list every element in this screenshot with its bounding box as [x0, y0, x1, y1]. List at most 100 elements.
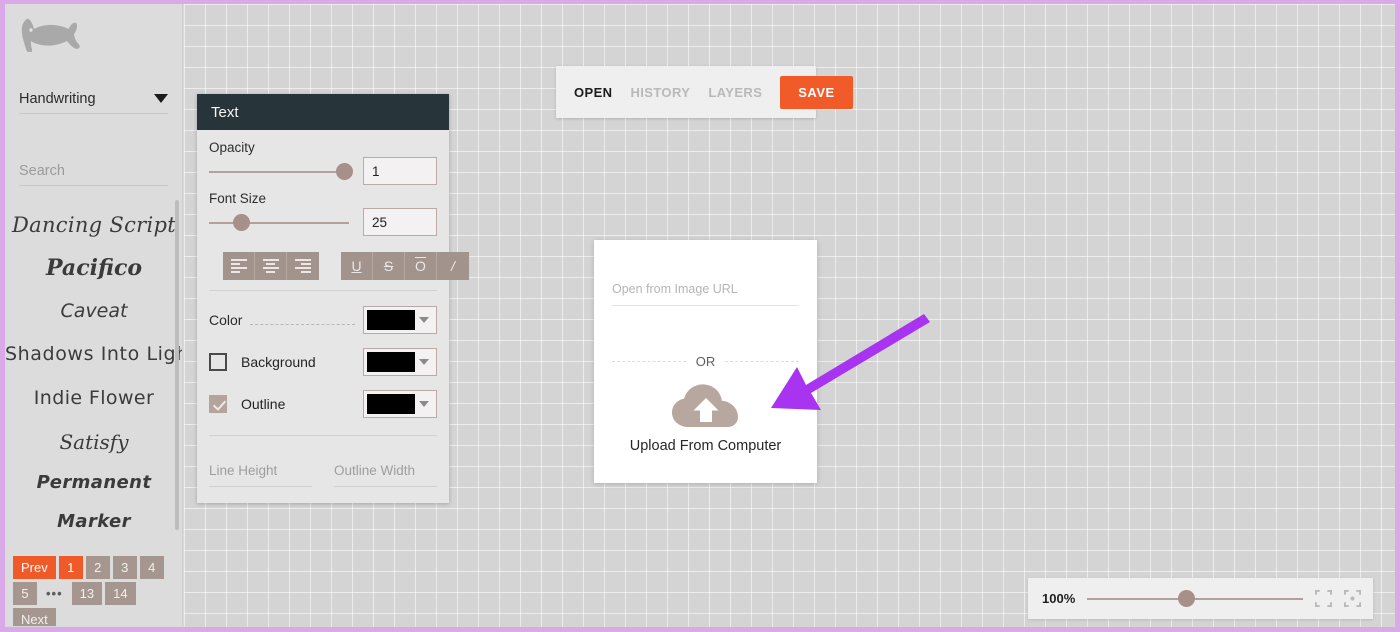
opacity-label: Opacity	[209, 140, 255, 155]
outline-checkbox[interactable]	[209, 395, 227, 413]
line-height-field[interactable]: Line Height	[209, 462, 312, 487]
opacity-value-field[interactable]: 1	[363, 157, 437, 185]
top-toolbar: OPEN HISTORY LAYERS SAVE	[556, 66, 853, 118]
align-right-button[interactable]	[287, 252, 319, 280]
app-root: Handwriting Dancing Script Pacifico Cave…	[0, 0, 1400, 632]
align-left-icon	[230, 259, 247, 273]
font-list-item[interactable]: Dancing Script	[5, 204, 182, 246]
image-url-field[interactable]	[612, 280, 799, 306]
fullscreen-expand-icon[interactable]	[1315, 590, 1332, 607]
pagination-prev-button[interactable]: Prev	[13, 556, 56, 579]
text-color-row: Color	[209, 305, 437, 335]
pagination: Prev 1 2 3 4 5 ••• 13 14 Next	[13, 556, 181, 626]
format-buttons-row: U S O /	[223, 252, 469, 280]
fit-to-center-icon[interactable]	[1344, 590, 1361, 607]
alignment-button-group	[223, 252, 319, 280]
text-color-picker[interactable]	[363, 306, 437, 334]
chevron-down-icon	[154, 94, 168, 103]
opacity-slider[interactable]	[209, 163, 354, 180]
upload-label: Upload From Computer	[629, 438, 782, 454]
bear-logo-icon	[21, 18, 80, 52]
pagination-page-14[interactable]: 14	[105, 582, 136, 605]
background-row: Background	[209, 347, 437, 377]
zoom-bar: 100%	[1028, 578, 1373, 619]
font-category-label: Handwriting	[19, 90, 96, 107]
dotted-leader	[250, 315, 355, 325]
cloud-upload-icon	[671, 384, 738, 427]
save-button[interactable]: SAVE	[780, 75, 853, 109]
background-color-picker[interactable]	[363, 348, 437, 376]
background-label: Background	[241, 354, 316, 370]
zoom-level-label: 100%	[1042, 591, 1076, 606]
font-size-slider-thumb[interactable]	[232, 214, 250, 231]
text-panel-body: Opacity 1 Font Size 25 U S O / Color Bac…	[197, 130, 469, 503]
text-panel-header: Text	[197, 94, 449, 130]
font-category-dropdown[interactable]: Handwriting	[19, 84, 168, 114]
font-size-value-field[interactable]: 25	[363, 208, 437, 236]
background-checkbox[interactable]	[209, 353, 227, 371]
pagination-ellipsis: •••	[46, 586, 63, 601]
zoom-slider[interactable]	[1087, 589, 1303, 607]
pagination-page-13[interactable]: 13	[71, 582, 103, 605]
line-height-placeholder: Line Height	[209, 463, 278, 478]
font-list-item[interactable]: Satisfy	[5, 420, 182, 464]
opacity-control: Opacity 1	[209, 140, 437, 185]
color-label: Color	[209, 312, 243, 328]
divider-line-right	[725, 361, 799, 362]
align-left-button[interactable]	[223, 252, 255, 280]
font-list-item[interactable]: Caveat	[5, 290, 182, 332]
font-list-scrollbar[interactable]	[175, 200, 179, 530]
pagination-page-2[interactable]: 2	[85, 556, 110, 579]
font-list-item[interactable]: Pacifico	[5, 246, 182, 290]
pagination-page-4[interactable]: 4	[139, 556, 164, 579]
outline-width-field[interactable]: Outline Width	[334, 462, 437, 487]
zoom-slider-thumb[interactable]	[1177, 589, 1195, 607]
align-center-icon	[262, 259, 279, 273]
pagination-page-3[interactable]: 3	[112, 556, 137, 579]
color-swatch	[367, 352, 415, 372]
chevron-down-icon	[415, 359, 433, 365]
panel-divider	[209, 435, 437, 436]
font-search-field[interactable]	[19, 156, 168, 186]
outline-color-picker[interactable]	[363, 390, 437, 418]
chevron-down-icon	[415, 401, 433, 407]
align-center-button[interactable]	[255, 252, 287, 280]
font-list[interactable]: Dancing Script Pacifico Caveat Shadows I…	[5, 204, 182, 544]
app-logo[interactable]	[5, 4, 182, 66]
pagination-page-1[interactable]: 1	[58, 556, 83, 579]
tab-history[interactable]: HISTORY	[630, 85, 690, 100]
pagination-next-button[interactable]: Next	[13, 608, 56, 626]
outline-row: Outline	[209, 389, 437, 419]
panel-divider	[209, 290, 437, 291]
strikethrough-button[interactable]: S	[373, 252, 405, 280]
opacity-slider-thumb[interactable]	[336, 163, 354, 180]
font-size-control: Font Size 25	[209, 191, 437, 236]
color-swatch	[367, 394, 415, 414]
upload-from-computer-button[interactable]: Upload From Computer	[612, 383, 799, 454]
pagination-page-5[interactable]: 5	[13, 582, 37, 605]
italic-button[interactable]: /	[437, 252, 469, 280]
font-list-item[interactable]: Shadows Into Light	[5, 332, 182, 376]
text-properties-panel: Text Opacity 1 Font Size 25 U S O / Colo…	[197, 94, 469, 503]
font-size-slider[interactable]	[209, 214, 349, 231]
text-style-button-group: U S O /	[341, 252, 469, 280]
left-sidebar: Handwriting Dancing Script Pacifico Cave…	[5, 4, 183, 626]
tab-layers[interactable]: LAYERS	[708, 85, 762, 100]
chevron-down-icon	[415, 317, 433, 323]
open-image-dialog: OR Upload From Computer	[594, 240, 817, 483]
underline-button[interactable]: U	[341, 252, 373, 280]
align-right-icon	[295, 259, 311, 273]
color-swatch	[367, 310, 415, 330]
or-label: OR	[695, 354, 716, 369]
image-url-input[interactable]	[612, 282, 799, 296]
outline-width-placeholder: Outline Width	[334, 463, 416, 478]
search-input[interactable]	[19, 162, 168, 179]
font-list-item[interactable]: Permanent	[5, 464, 182, 502]
font-size-label: Font Size	[209, 191, 267, 206]
font-list-item[interactable]: Marker	[5, 502, 182, 542]
tab-open[interactable]: OPEN	[574, 85, 612, 100]
font-list-item[interactable]: Indie Flower	[5, 376, 182, 420]
or-divider: OR	[612, 354, 799, 369]
divider-line-left	[612, 361, 686, 362]
overline-button[interactable]: O	[405, 252, 437, 280]
